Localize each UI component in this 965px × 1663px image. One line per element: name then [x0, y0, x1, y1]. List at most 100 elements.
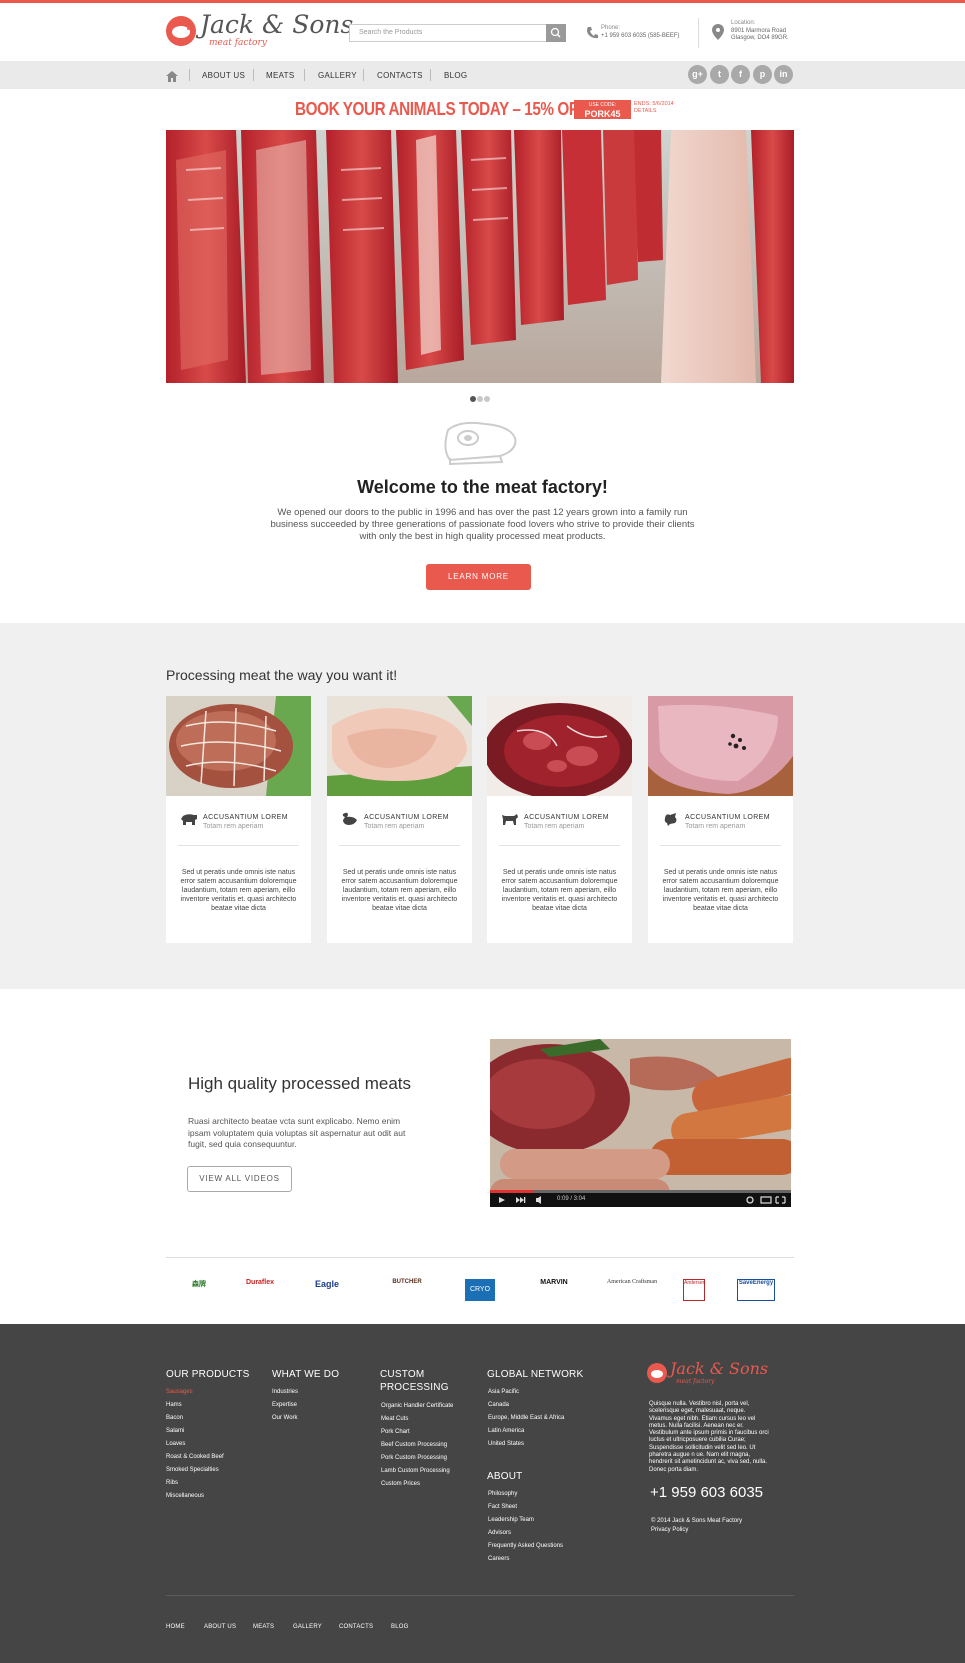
facebook-icon[interactable]: f: [731, 65, 750, 84]
logo-pig-icon[interactable]: [166, 16, 196, 46]
footer-link[interactable]: Miscellaneous: [166, 1490, 224, 1503]
footer-nav-gallery[interactable]: GALLERY: [293, 1624, 322, 1630]
footer-link[interactable]: Leadership Team: [488, 1514, 563, 1527]
footer-about-list: Philosophy Fact Sheet Leadership Team Ad…: [488, 1488, 563, 1566]
chicken-icon: [662, 812, 680, 826]
footer-link[interactable]: Meat Cuts: [381, 1413, 453, 1426]
footer-nav-home[interactable]: HOME: [166, 1624, 185, 1630]
brand-logo-butcher[interactable]: BUTCHER: [385, 1279, 429, 1301]
promo-details-link[interactable]: DETAILS: [634, 108, 657, 114]
nav-item-gallery[interactable]: GALLERY: [318, 71, 357, 80]
promo-headline[interactable]: BOOK YOUR ANIMALS TODAY – 15% OFF!: [295, 99, 592, 120]
footer-link[interactable]: Europe, Middle East & Africa: [488, 1412, 564, 1425]
card-image-beef[interactable]: [487, 696, 632, 796]
footer-link[interactable]: Our Work: [272, 1412, 298, 1425]
footer-nav-meats[interactable]: MEATS: [253, 1624, 274, 1630]
footer-link[interactable]: Hams: [166, 1399, 224, 1412]
footer-nav-contacts[interactable]: CONTACTS: [339, 1624, 373, 1630]
brand-logo-american-craftsman[interactable]: American Craftsman: [606, 1279, 658, 1301]
footer-link[interactable]: Pork Chart: [381, 1426, 453, 1439]
footer-link[interactable]: Careers: [488, 1553, 563, 1566]
brand-logo-andersen[interactable]: Andersen: [683, 1279, 705, 1301]
card-image-lamb[interactable]: [648, 696, 793, 796]
footer-link[interactable]: Asia Pacific: [488, 1386, 564, 1399]
learn-more-button[interactable]: LEARN MORE: [426, 564, 531, 590]
logo-wordmark[interactable]: Jack & Sons: [200, 10, 353, 39]
footer-link[interactable]: Roast & Cooked Beef: [166, 1451, 224, 1464]
view-all-videos-button[interactable]: VIEW ALL VIDEOS: [187, 1166, 292, 1192]
search-input[interactable]: Search the Products: [349, 24, 566, 42]
footer-logo-wordmark[interactable]: Jack & Sons: [670, 1359, 768, 1378]
nav-separator: [189, 69, 190, 81]
nav-separator: [304, 69, 305, 81]
card-divider: [660, 845, 781, 846]
footer-phone[interactable]: +1 959 603 6035: [650, 1484, 763, 1501]
card-image-poultry[interactable]: [327, 696, 472, 796]
slider-dot-3[interactable]: [484, 396, 490, 402]
footer-logo-pig-icon[interactable]: [647, 1363, 667, 1383]
brand-logo-sen[interactable]: 森牌: [184, 1279, 214, 1301]
footer-link[interactable]: Lamb Custom Processing: [381, 1465, 453, 1478]
brand-logo-cryo[interactable]: CRYO: [465, 1279, 495, 1301]
quality-title: High quality processed meats: [188, 1074, 412, 1093]
hero-slider-image[interactable]: [166, 130, 794, 383]
footer-link[interactable]: Custom Prices: [381, 1478, 453, 1491]
footer-link[interactable]: Ribs: [166, 1477, 224, 1490]
twitter-icon[interactable]: t: [710, 65, 729, 84]
nav-separator: [363, 69, 364, 81]
slider-dot-2[interactable]: [477, 396, 483, 402]
footer-nav-blog[interactable]: BLOG: [391, 1624, 408, 1630]
card-title: ACCUSANTIUM LOREM: [685, 814, 770, 821]
footer-nav-about-us[interactable]: ABOUT US: [204, 1624, 236, 1630]
pig-icon: [180, 812, 198, 826]
footer-link[interactable]: Industries: [272, 1386, 298, 1399]
phone-value: +1 959 603 6035 (585-BEEF): [601, 33, 680, 39]
footer-link[interactable]: Smoked Specialties: [166, 1464, 224, 1477]
footer-products-title: OUR PRODUCTS: [166, 1369, 250, 1380]
footer-custom-title-line2: PROCESSING: [380, 1382, 449, 1393]
brand-logo-marvin[interactable]: MARVIN: [532, 1279, 576, 1301]
processing-card[interactable]: ACCUSANTIUM LOREM Totam rem aperiam Sed …: [327, 696, 472, 943]
footer-link[interactable]: Salami: [166, 1425, 224, 1438]
brand-logo-saveenergy[interactable]: SaveEnergy: [737, 1279, 775, 1301]
footer-link[interactable]: Organic Handler Certificate: [381, 1400, 453, 1413]
processing-card[interactable]: ACCUSANTIUM LOREM Totam rem aperiam Sed …: [166, 696, 311, 943]
brand-logo-eagle[interactable]: Eagle: [305, 1279, 349, 1301]
linkedin-icon[interactable]: in: [774, 65, 793, 84]
search-button[interactable]: [546, 24, 566, 42]
footer-link[interactable]: Bacon: [166, 1412, 224, 1425]
footer-link[interactable]: Frequently Asked Questions: [488, 1540, 563, 1553]
nav-item-contacts[interactable]: CONTACTS: [377, 71, 423, 80]
nav-item-about-us[interactable]: ABOUT US: [202, 71, 245, 80]
footer-link[interactable]: Expertise: [272, 1399, 298, 1412]
brand-logo-duraflex[interactable]: Duraflex: [242, 1279, 278, 1301]
footer-link[interactable]: Loaves: [166, 1438, 224, 1451]
video-player[interactable]: [490, 1039, 791, 1207]
footer-link[interactable]: Advisors: [488, 1527, 563, 1540]
footer-link[interactable]: Philosophy: [488, 1488, 563, 1501]
card-text: Sed ut peratis unde omnis iste natus err…: [180, 869, 297, 912]
footer-link[interactable]: Latin America: [488, 1425, 564, 1438]
footer-global-list: Asia Pacific Canada Europe, Middle East …: [488, 1386, 564, 1451]
footer-link[interactable]: United States: [488, 1438, 564, 1451]
processing-card[interactable]: ACCUSANTIUM LOREM Totam rem aperiam Sed …: [487, 696, 632, 943]
theater-icon: [760, 1196, 772, 1204]
location-address-line1: 8901 Marmora Road: [731, 28, 787, 34]
footer-link[interactable]: Sausages: [166, 1386, 224, 1399]
nav-item-meats[interactable]: MEATS: [266, 71, 294, 80]
nav-item-blog[interactable]: BLOG: [444, 71, 467, 80]
footer-link[interactable]: Beef Custom Processing: [381, 1439, 453, 1452]
promo-code-badge: USE CODE: PORK45: [574, 100, 631, 119]
quality-text: Ruasi architecto beatae vcta sunt explic…: [188, 1116, 406, 1149]
footer-link[interactable]: Canada: [488, 1399, 564, 1412]
processing-card[interactable]: ACCUSANTIUM LOREM Totam rem aperiam Sed …: [648, 696, 793, 943]
card-image-roast[interactable]: [166, 696, 311, 796]
home-icon[interactable]: [166, 69, 178, 82]
slider-dot-1[interactable]: [470, 396, 476, 402]
pinterest-icon[interactable]: p: [753, 65, 772, 84]
footer-link[interactable]: Fact Sheet: [488, 1501, 563, 1514]
footer-privacy-link[interactable]: Privacy Policy: [651, 1527, 688, 1533]
footer-link[interactable]: Pork Custom Processing: [381, 1452, 453, 1465]
google-plus-icon[interactable]: g+: [688, 65, 707, 84]
promo-ends: ENDS: 5/6/2014: [634, 101, 674, 107]
